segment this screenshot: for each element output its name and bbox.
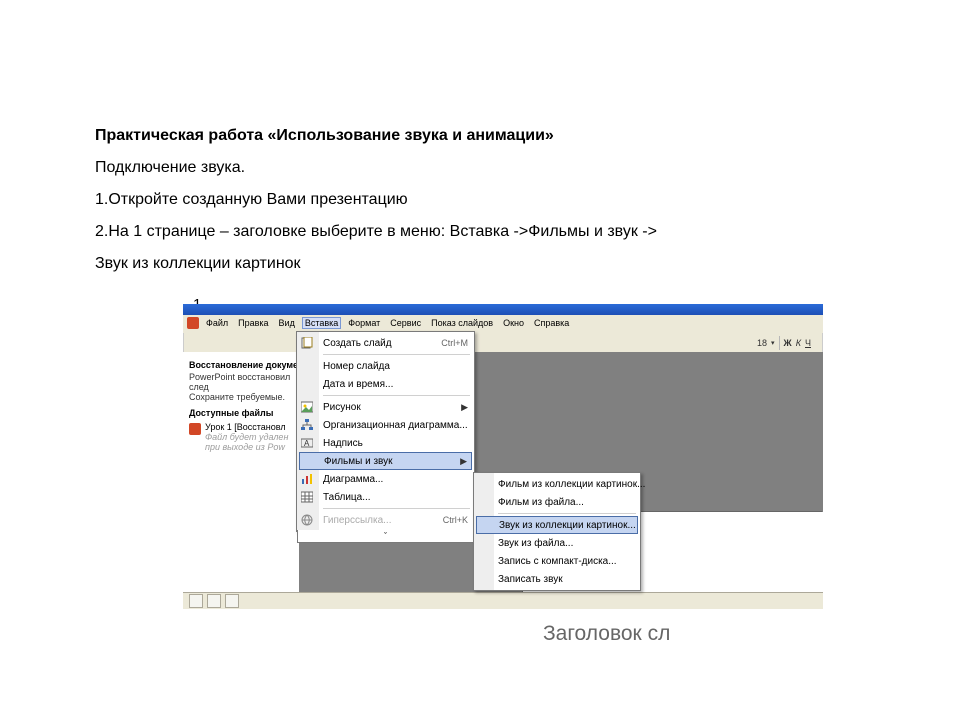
menu-insert[interactable]: Вставка <box>302 317 341 329</box>
embedded-screenshot: Файл Правка Вид Вставка Формат Сервис По… <box>183 304 823 609</box>
menu-separator <box>323 354 470 355</box>
menu-item-8[interactable]: Фильмы и звук ▶ <box>299 452 472 470</box>
status-bar <box>183 592 823 609</box>
window-titlebar <box>183 304 823 315</box>
menu-file[interactable]: Файл <box>203 317 231 329</box>
menu-item-5[interactable]: Рисунок ▶ <box>297 398 474 416</box>
menu-slideshow[interactable]: Показ слайдов <box>428 317 496 329</box>
recovery-text: PowerPoint восстановил след Сохраните тр… <box>189 372 304 402</box>
powerpoint-icon <box>187 317 199 329</box>
submenu-arrow-icon: ▶ <box>460 456 467 467</box>
menu-help[interactable]: Справка <box>531 317 572 329</box>
org-icon <box>300 418 314 432</box>
underline-button[interactable]: Ч <box>805 338 811 348</box>
menubar: Файл Правка Вид Вставка Формат Сервис По… <box>183 315 823 333</box>
picture-icon <box>300 400 314 414</box>
table-icon <box>300 490 314 504</box>
menu-view[interactable]: Вид <box>276 317 298 329</box>
view-normal-button[interactable] <box>189 594 203 608</box>
submenu-item-1[interactable]: Фильм из файла... <box>474 493 640 511</box>
slide-title-placeholder[interactable]: Заголовок сл <box>543 622 670 646</box>
textbox-icon: A <box>300 436 314 450</box>
submenu-item-0[interactable]: Фильм из коллекции картинок... <box>474 475 640 493</box>
submenu-item-label: Звук из коллекции картинок... <box>499 520 636 531</box>
submenu-separator <box>498 513 636 514</box>
menu-item-label: Создать слайд <box>323 338 392 349</box>
doc-line-1: Подключение звука. <box>95 152 860 184</box>
menu-item-3[interactable]: Дата и время... <box>297 375 474 393</box>
menu-item-label: Диаграмма... <box>323 474 383 485</box>
submenu-item-5[interactable]: Запись с компакт-диска... <box>474 552 640 570</box>
submenu-item-label: Фильм из коллекции картинок... <box>498 479 645 490</box>
svg-text:A: A <box>304 439 310 448</box>
menu-item-12: Гиперссылка... Ctrl+K <box>297 511 474 529</box>
menu-separator <box>323 395 470 396</box>
submenu-item-label: Запись с компакт-диска... <box>498 556 617 567</box>
menu-item-label: Надпись <box>323 438 363 449</box>
submenu-item-label: Звук из файла... <box>498 538 573 549</box>
menu-item-7[interactable]: A Надпись <box>297 434 474 452</box>
link-icon <box>300 513 314 527</box>
menu-item-9[interactable]: Диаграмма... <box>297 470 474 488</box>
recovery-title: Восстановление докумен <box>189 360 304 370</box>
available-files-title: Доступные файлы <box>189 408 304 418</box>
bold-button[interactable]: Ж <box>784 338 792 348</box>
file-name: Урок 1 [Восстановл <box>205 422 288 432</box>
menu-item-label: Номер слайда <box>323 361 390 372</box>
movies-sound-submenu: Фильм из коллекции картинок... Фильм из ф… <box>473 472 641 591</box>
submenu-item-label: Записать звук <box>498 574 563 585</box>
menu-item-10[interactable]: Таблица... <box>297 488 474 506</box>
doc-line-4: Звук из коллекции картинок <box>95 248 860 280</box>
menu-item-0[interactable]: Создать слайд Ctrl+M <box>297 334 474 352</box>
insert-menu-dropdown: Создать слайд Ctrl+M Номер слайда Дата и вр… <box>296 331 475 532</box>
file-desc-2: при выходе из Pow <box>205 442 288 452</box>
powerpoint-file-icon <box>189 423 201 435</box>
doc-line-2: 1.Откройте созданную Вами презентацию <box>95 184 860 216</box>
menu-item-label: Гиперссылка... <box>323 515 392 526</box>
menu-item-hotkey: Ctrl+K <box>443 515 468 525</box>
menu-window[interactable]: Окно <box>500 317 527 329</box>
menu-item-hotkey: Ctrl+M <box>441 338 468 348</box>
chart-icon <box>300 472 314 486</box>
font-size-value[interactable]: 18 <box>757 338 767 348</box>
submenu-item-label: Фильм из файла... <box>498 497 584 508</box>
toolbar-separator <box>779 336 780 350</box>
menu-tools[interactable]: Сервис <box>387 317 424 329</box>
menu-format[interactable]: Формат <box>345 317 383 329</box>
doc-title: Практическая работа «Использование звука… <box>95 120 860 152</box>
view-sorter-button[interactable] <box>207 594 221 608</box>
document-text: Практическая работа «Использование звука… <box>0 0 960 280</box>
view-show-button[interactable] <box>225 594 239 608</box>
menu-item-label: Дата и время... <box>323 379 393 390</box>
formatting-toolbar: 18 ▾ Ж К Ч <box>751 334 817 352</box>
recovered-file-item[interactable]: Урок 1 [Восстановл Файл будет удален при… <box>189 422 304 452</box>
submenu-item-3[interactable]: Звук из коллекции картинок... <box>476 516 638 534</box>
submenu-item-6[interactable]: Записать звук <box>474 570 640 588</box>
menu-item-6[interactable]: Организационная диаграмма... <box>297 416 474 434</box>
recovery-pane: Восстановление докумен PowerPoint восста… <box>183 352 311 593</box>
menu-expand-chevron[interactable]: ˇ <box>297 530 474 543</box>
menu-item-label: Организационная диаграмма... <box>323 420 468 431</box>
menu-item-label: Рисунок <box>323 402 361 413</box>
menu-item-label: Фильмы и звук <box>324 456 393 467</box>
submenu-item-4[interactable]: Звук из файла... <box>474 534 640 552</box>
menu-edit[interactable]: Правка <box>235 317 271 329</box>
menu-item-2[interactable]: Номер слайда <box>297 357 474 375</box>
new-slide-icon <box>300 336 314 350</box>
doc-line-3: 2.На 1 странице – заголовке выберите в м… <box>95 216 860 248</box>
menu-separator <box>323 508 470 509</box>
submenu-arrow-icon: ▶ <box>461 402 468 413</box>
menu-item-label: Таблица... <box>323 492 371 503</box>
italic-button[interactable]: К <box>796 338 801 348</box>
file-desc-1: Файл будет удален <box>205 432 288 442</box>
